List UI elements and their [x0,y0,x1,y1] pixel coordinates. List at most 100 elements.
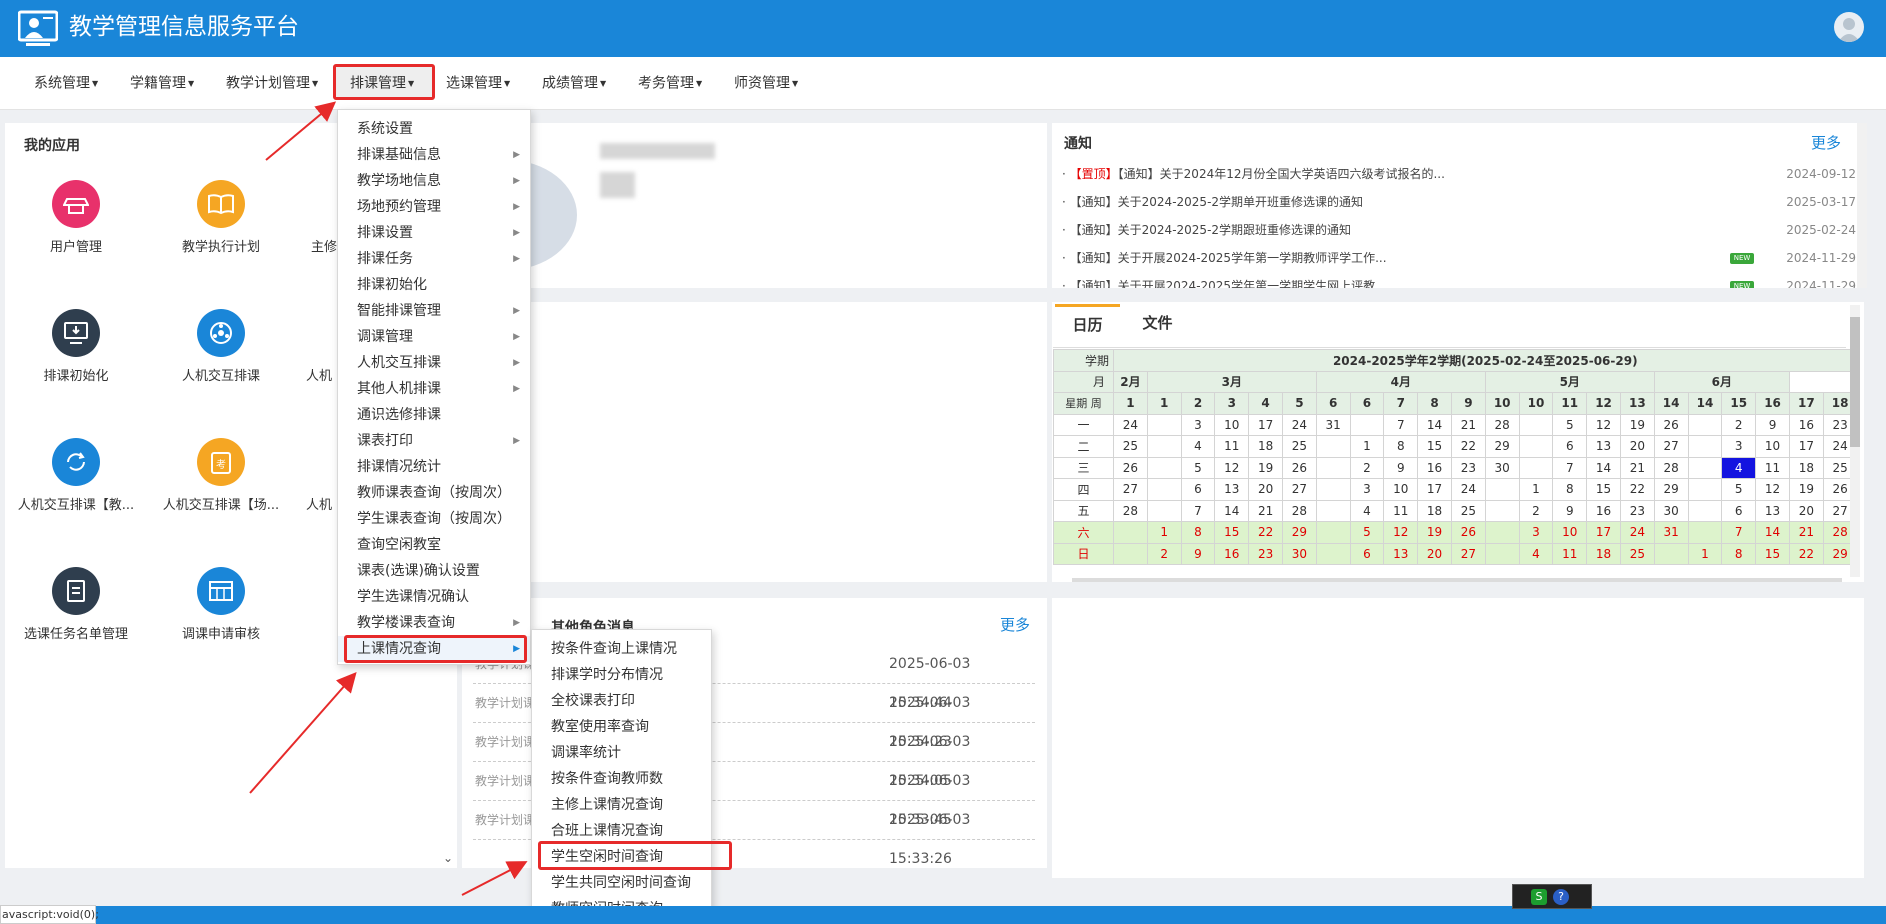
calendar-h-scrollbar[interactable] [1072,578,1842,582]
menu-item[interactable]: 其他人机排课 ▶ [338,376,530,402]
menu-item[interactable]: 排课基础信息 ▶ [338,142,530,168]
chevron-right-icon: ▶ [513,254,520,264]
notice-more-link[interactable]: 更多 [1811,132,1841,153]
scroll-thumb[interactable] [1850,317,1860,447]
notice-item[interactable]: · 【通知】关于2024-2025-2学期单开班重修选课的通知 2025-03-1… [1062,188,1856,216]
menu-item[interactable]: 学生选课情况确认 [338,584,530,610]
app-adjust-review[interactable]: 调课申请审核 [146,567,296,642]
nav-item-scheduling[interactable]: 排课管理 ▼ [350,57,414,110]
submenu-item[interactable]: 调课率统计 [532,740,711,766]
date-cell: 13 [1383,542,1419,565]
submenu-item[interactable]: 主修上课情况查询 [532,792,711,818]
weekday-label: 四 [1053,478,1114,501]
user-avatar[interactable] [1834,12,1864,42]
submenu-item[interactable]: 按条件查询教师数 [532,766,711,792]
menu-item[interactable]: 智能排课管理 ▶ [338,298,530,324]
nav-item-plan[interactable]: 教学计划管理 ▼ [226,57,318,110]
submenu-item[interactable]: 按条件查询上课情况 [532,636,711,662]
submenu-item-label: 调课率统计 [551,745,621,761]
date-cell: 13 [1586,435,1621,458]
app-interactive-teacher[interactable]: 人机交互排课【教... [1,438,151,513]
month-cell: 4月 [1315,370,1486,393]
menu-item[interactable]: 调课管理 ▶ [338,324,530,350]
menu-item[interactable]: 查询空闲教室 [338,532,530,558]
ime-toolbar[interactable]: S ? [1512,884,1592,909]
date-cell: 26 [1281,456,1317,479]
date-cell [1315,542,1351,565]
submenu-item[interactable]: 教室使用率查询 [532,714,711,740]
footer-bar [0,906,1886,924]
date-cell: 2 [1721,413,1757,436]
date-cell: 12 [1586,413,1621,436]
nav-item-teachers[interactable]: 师资管理 ▼ [734,57,798,110]
menu-item[interactable]: 课表(选课)确认设置 [338,558,530,584]
tab-files[interactable]: 文件 [1120,304,1195,344]
notice-item[interactable]: · 【通知】关于开展2024-2025学年第一学期学生网上评教 NEW 2024-1… [1062,272,1856,288]
date-cell: 21 [1619,456,1655,479]
menu-item[interactable]: 排课任务 ▶ [338,246,530,272]
menu-item[interactable]: 系统设置 [338,116,530,142]
menu-item[interactable]: 课表打印 ▶ [338,428,530,454]
notice-tag: 【通知】 [1069,279,1118,288]
table-icon [197,567,245,615]
nav-item-course-select[interactable]: 选课管理 ▼ [446,57,510,110]
date-cell: 20 [1248,478,1283,501]
menu-item[interactable]: 排课设置 ▶ [338,220,530,246]
date-cell: 15 [1214,521,1250,544]
notice-item[interactable]: · 【通知】关于2024-2025-2学期跟班重修选课的通知 2025-02-24 [1062,216,1856,244]
menu-item[interactable]: 教学楼课表查询 ▶ [338,610,530,636]
app-user-manage[interactable]: 用户管理 [1,180,151,255]
menu-item[interactable]: 学生课表查询（按周次） [338,506,530,532]
notice-item[interactable]: · 【通知】关于开展2024-2025学年第一学期教师评学工作... NEW 202… [1062,244,1856,272]
corner-term-label: 学期 [1053,349,1114,372]
menu-item-label: 教师课表查询（按周次） [357,485,511,501]
nav-label: 考务管理 [638,75,694,92]
nav-item-grades[interactable]: 成绩管理 ▼ [542,57,606,110]
submenu-item[interactable]: 全校课表打印 [532,688,711,714]
menu-item[interactable]: 排课情况统计 [338,454,530,480]
date-cell: 12 [1755,478,1790,501]
week-cell: 5 [1281,392,1317,415]
date-cell: 22 [1450,435,1486,458]
tab-calendar[interactable]: 日历 [1055,304,1120,344]
menu-item[interactable]: 教师课表查询（按周次） [338,480,530,506]
app-init-schedule[interactable]: 排课初始化 [1,309,151,384]
date-cell [1315,456,1351,479]
date-cell: 4 [1180,435,1216,458]
menu-item[interactable]: 人机交互排课 ▶ [338,350,530,376]
app-interactive-room[interactable]: 考 人机交互排课【场... [146,438,296,513]
date-cell: 11 [1214,435,1250,458]
app-interactive-schedule[interactable]: 人机交互排课 [146,309,296,384]
date-cell [1687,521,1723,544]
nav-item-exams[interactable]: 考务管理 ▼ [638,57,702,110]
messages-more-link[interactable]: 更多 [1000,614,1030,635]
date-cell [1484,478,1520,501]
date-cell: 16 [1214,542,1250,565]
nav-item-system[interactable]: 系统管理 ▼ [34,57,98,110]
date-cell: 19 [1788,478,1824,501]
app-teaching-plan[interactable]: 教学执行计划 [146,180,296,255]
caret-down-icon: ▼ [504,79,511,88]
date-cell: 29 [1281,521,1317,544]
calendar-scrollbar[interactable] [1850,305,1860,577]
date-cell: 20 [1417,542,1452,565]
week-cell: 9 [1450,392,1486,415]
submenu-item-label: 主修上课情况查询 [551,797,663,813]
submenu-item[interactable]: 学生共同空闲时间查询 [532,870,711,896]
date-cell: 11 [1755,456,1790,479]
app-course-task-list[interactable]: 选课任务名单管理 [1,567,151,642]
notice-scrollbar[interactable] [1857,123,1867,288]
submenu-item[interactable]: 排课学时分布情况 [532,662,711,688]
menu-item[interactable]: 场地预约管理 ▶ [338,194,530,220]
date-cell: 23 [1450,456,1486,479]
menu-item-label: 课表打印 [357,433,413,449]
date-cell [1349,413,1385,436]
nav-item-roll[interactable]: 学籍管理 ▼ [130,57,194,110]
app-label: 用户管理 [49,240,102,255]
chevron-right-icon: ▶ [513,332,520,342]
scroll-down-icon[interactable]: ⌄ [443,851,453,865]
menu-item[interactable]: 通识选修排课 [338,402,530,428]
notice-item[interactable]: · 【置顶】【通知】关于2024年12月份全国大学英语四六级考试报名的... 20… [1062,160,1856,188]
menu-item[interactable]: 教学场地信息 ▶ [338,168,530,194]
menu-item[interactable]: 排课初始化 [338,272,530,298]
